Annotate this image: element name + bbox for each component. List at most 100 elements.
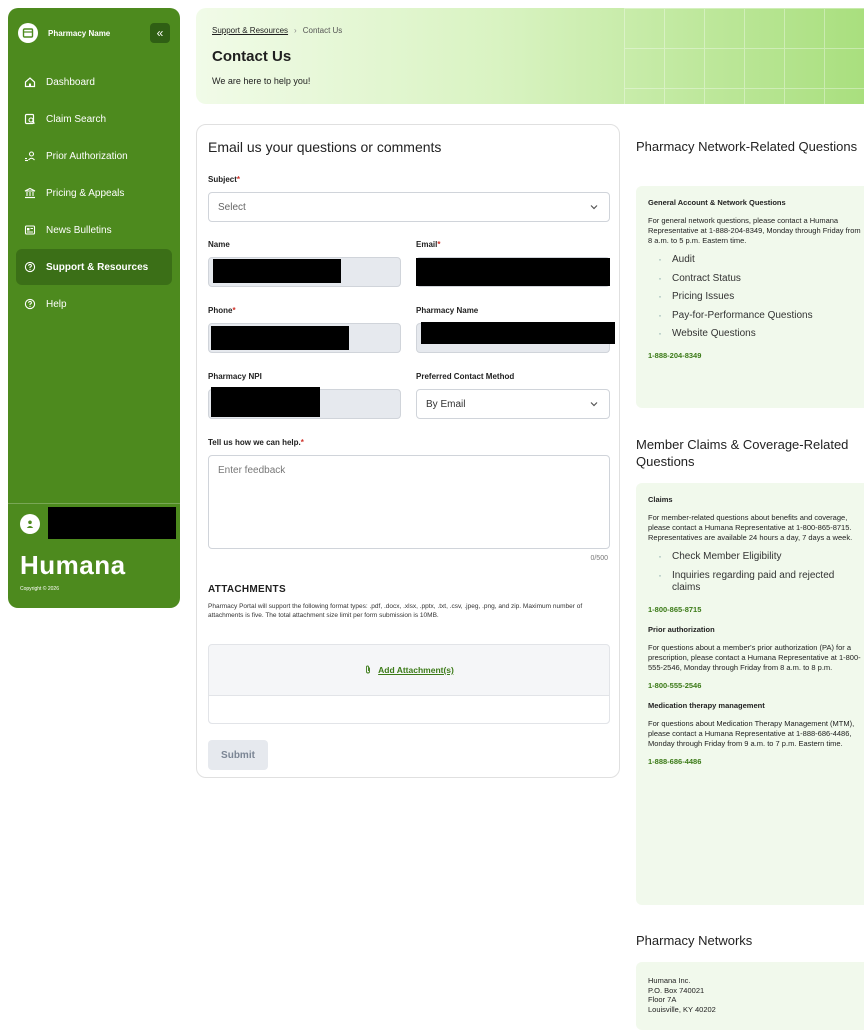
chevron-down-icon — [590, 402, 598, 407]
pharmacy-name-label: Pharmacy Name — [416, 306, 479, 315]
list-item: Website Questions — [658, 327, 864, 341]
sidebar-item-label: Dashboard — [46, 76, 95, 88]
contact-us-page: Pharmacy Name « Dashboard Claim Search P… — [0, 0, 864, 1030]
prior-authorization-phone-link[interactable]: 1-800-555-2546 — [648, 681, 864, 691]
attachment-dropzone[interactable]: Add Attachment(s) — [208, 644, 610, 724]
bank-icon — [24, 187, 36, 199]
newspaper-icon — [24, 224, 36, 236]
claims-phone-link[interactable]: 1-800-865-8715 — [648, 605, 864, 615]
sidebar-item-help[interactable]: Help — [16, 286, 172, 322]
humana-logo: Humana — [20, 550, 126, 580]
chevron-down-icon — [590, 205, 598, 210]
pharmacy-name: Pharmacy Name — [48, 28, 111, 38]
redacted-user-name — [48, 507, 176, 539]
help-circle-icon — [24, 261, 36, 273]
sidebar-item-pricing-appeals[interactable]: Pricing & Appeals — [16, 175, 172, 211]
copyright: Copyright © 2026 — [20, 586, 59, 592]
help-label: Tell us how we can help.* — [208, 438, 304, 447]
breadcrumb-current: Contact Us — [302, 26, 343, 35]
sidebar-item-prior-authorization[interactable]: Prior Authorization — [16, 138, 172, 174]
user-profile[interactable] — [8, 503, 180, 543]
address-line: Floor 7A — [648, 995, 677, 1004]
sidebar-item-label: Pricing & Appeals — [46, 187, 125, 199]
network-section-title: Pharmacy Network-Related Questions — [636, 139, 858, 154]
breadcrumb-support-resources-link[interactable]: Support & Resources — [212, 26, 288, 35]
submit-button[interactable]: Submit — [208, 740, 268, 770]
attachments-note: Pharmacy Portal will support the followi… — [208, 603, 583, 619]
list-item: Inquiries regarding paid and rejected cl… — [658, 569, 864, 595]
mtm-text: For questions about Medication Therapy M… — [648, 718, 855, 748]
sidebar-item-label: News Bulletins — [46, 224, 112, 236]
redacted-pharmacy-name-value — [421, 322, 615, 344]
member-info-card: Claims For member-related questions abou… — [636, 483, 864, 905]
sidebar-item-label: Help — [46, 298, 67, 310]
page-header: Support & Resources › Contact Us Contact U… — [196, 8, 864, 104]
sidebar-item-dashboard[interactable]: Dashboard — [16, 64, 172, 100]
sidebar: Pharmacy Name « Dashboard Claim Search P… — [8, 8, 180, 608]
page-subtitle: We are here to help you! — [212, 76, 311, 86]
sidebar-item-claim-search[interactable]: Claim Search — [16, 101, 172, 137]
sidebar-item-label: Prior Authorization — [46, 150, 128, 162]
contact-method-label: Preferred Contact Method — [416, 372, 515, 381]
claims-text: For member-related questions about benef… — [648, 513, 853, 542]
page-title: Contact Us — [212, 48, 292, 65]
contact-method-select[interactable]: By Email — [416, 389, 610, 419]
redacted-phone-value — [211, 326, 349, 350]
attachment-list — [209, 695, 609, 723]
required-mark: * — [236, 175, 241, 184]
address-line: Humana Inc. — [648, 976, 691, 985]
phone-label-text: Phone — [208, 306, 233, 315]
store-icon — [18, 23, 38, 43]
redacted-npi-value — [211, 387, 320, 417]
form-heading: Email us your questions or comments — [208, 139, 442, 155]
feedback-textarea[interactable]: Enter feedback — [208, 455, 610, 549]
email-label-text: Email — [416, 240, 438, 249]
name-label: Name — [208, 240, 230, 249]
redacted-name-value — [213, 259, 341, 283]
claim-search-icon — [24, 113, 36, 125]
mtm-phone-link[interactable]: 1-888-686-4486 — [648, 757, 864, 767]
sidebar-item-support-resources[interactable]: Support & Resources — [16, 249, 172, 285]
network-info-card: General Account & Network Questions For … — [636, 186, 864, 408]
address-card: Humana Inc. P.O. Box 740021 Floor 7A Lou… — [636, 962, 864, 1030]
breadcrumb: Support & Resources › Contact Us — [212, 26, 342, 35]
required-mark: * — [437, 240, 441, 249]
user-avatar-icon — [20, 513, 40, 534]
subject-label: Subject* — [208, 175, 240, 184]
sidebar-item-news-bulletins[interactable]: News Bulletins — [16, 212, 172, 248]
subject-select[interactable]: Select — [208, 192, 610, 222]
contact-method-value: By Email — [426, 398, 466, 410]
help-circle-icon — [24, 298, 36, 310]
address-line: P.O. Box 740021 — [648, 985, 705, 995]
decorative-grid — [624, 8, 864, 104]
claims-title: Claims — [648, 495, 673, 504]
sidebar-item-label: Claim Search — [46, 113, 107, 125]
sidebar-item-label: Support & Resources — [46, 261, 149, 273]
member-section-title: Member Claims & Coverage-Related Questio… — [636, 437, 849, 469]
breadcrumb-separator: › — [294, 26, 297, 35]
prior-authorization-icon — [24, 150, 36, 162]
address-line: Louisville, KY 40202 — [648, 1004, 716, 1014]
email-label: Email* — [416, 240, 440, 249]
list-item: Audit — [658, 253, 864, 267]
subject-label-text: Subject — [208, 175, 237, 184]
prior-authorization-text: For questions about a member's prior aut… — [648, 642, 861, 672]
paperclip-icon — [366, 665, 371, 674]
help-label-text: Tell us how we can help. — [208, 438, 301, 447]
contact-form-card: Email us your questions or comments Subj… — [196, 124, 620, 778]
mtm-title: Medication therapy management — [648, 700, 765, 710]
phone-label: Phone* — [208, 306, 236, 315]
required-mark: * — [300, 438, 304, 447]
list-item: Contract Status — [658, 272, 864, 286]
prior-authorization-title: Prior authorization — [648, 624, 715, 634]
claims-topic-list: Check Member Eligibility Inquiries regar… — [658, 550, 864, 595]
network-card-title: General Account & Network Questions — [648, 198, 786, 207]
network-phone-link[interactable]: 1-888-204-8349 — [648, 351, 864, 361]
pharmacy-networks-title: Pharmacy Networks — [636, 933, 753, 948]
add-attachment-link[interactable]: Add Attachment(s) — [209, 665, 609, 675]
add-attachment-text: Add Attachment(s) — [378, 665, 454, 675]
redacted-email-value — [416, 258, 610, 286]
network-card-text: For general network questions, please co… — [648, 216, 861, 245]
list-item: Check Member Eligibility — [658, 550, 864, 564]
collapse-sidebar-button[interactable]: « — [150, 23, 170, 43]
